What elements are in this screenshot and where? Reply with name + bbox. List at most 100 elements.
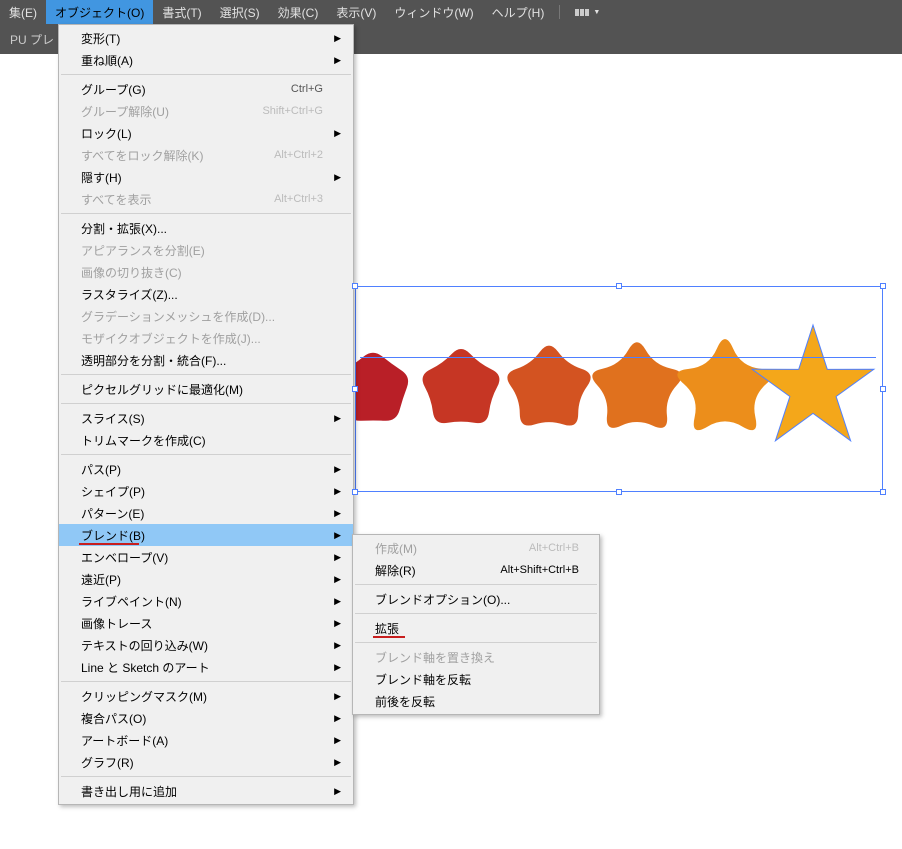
red-underline [79, 543, 139, 545]
menu-item-label: アピアランスを分割(E) [81, 242, 205, 259]
selection-handle[interactable] [352, 386, 358, 392]
menu-item[interactable]: エンベロープ(V)▶ [59, 546, 353, 568]
selection-handle[interactable] [616, 489, 622, 495]
menu-item-label: アートボード(A) [81, 732, 168, 749]
menu-item[interactable]: ピクセルグリッドに最適化(M) [59, 378, 353, 400]
control-strip-label: PU プレ [10, 31, 54, 48]
submenu-item-label: ブレンドオプション(O)... [375, 591, 510, 608]
menu-item-label: 変形(T) [81, 30, 120, 47]
submenu-arrow-icon: ▶ [334, 691, 341, 702]
menu-item-label: 遠近(P) [81, 571, 121, 588]
menu-item-label: Line と Sketch のアート [81, 659, 210, 676]
menu-select[interactable]: 選択(S) [211, 0, 269, 24]
menu-item[interactable]: スライス(S) ▶ [59, 407, 353, 429]
submenu-arrow-icon: ▶ [334, 757, 341, 768]
submenu-arrow-icon: ▶ [334, 735, 341, 746]
menu-item[interactable]: 分割・拡張(X)... [59, 217, 353, 239]
submenu-arrow-icon: ▶ [334, 413, 341, 424]
menubar-separator [559, 5, 560, 19]
workspace-switcher[interactable]: ▼ [566, 0, 609, 24]
menu-item-label: クリッピングマスク(M) [81, 688, 207, 705]
submenu-item-label: 拡張 [375, 620, 399, 637]
menu-edit[interactable]: 集(E) [0, 0, 46, 24]
menu-effect[interactable]: 効果(C) [269, 0, 328, 24]
object-dropdown: 変形(T)▶重ね順(A)▶グループ(G)Ctrl+Gグループ解除(U)Shift… [58, 24, 354, 805]
menu-item[interactable]: 透明部分を分割・統合(F)... [59, 349, 353, 371]
menu-item[interactable]: 重ね順(A)▶ [59, 49, 353, 71]
submenu-item[interactable]: 拡張 [353, 617, 599, 639]
menu-help[interactable]: ヘルプ(H) [483, 0, 554, 24]
selection-handle[interactable] [352, 489, 358, 495]
menu-view[interactable]: 表示(V) [327, 0, 385, 24]
menu-item-label: パターン(E) [81, 505, 144, 522]
menu-item-label: ロック(L) [81, 125, 132, 142]
submenu-arrow-icon: ▶ [334, 33, 341, 44]
selection-handle[interactable] [616, 283, 622, 289]
menu-item[interactable]: 書き出し用に追加▶ [59, 780, 353, 802]
submenu-item-label: 前後を反転 [375, 693, 435, 710]
submenu-arrow-icon: ▶ [334, 128, 341, 139]
menu-item[interactable]: 画像トレース▶ [59, 612, 353, 634]
menu-item-label: パス(P) [81, 461, 121, 478]
submenu-item[interactable]: ブレンドオプション(O)... [353, 588, 599, 610]
workspace-icon [575, 9, 589, 16]
menu-item[interactable]: ライブペイント(N)▶ [59, 590, 353, 612]
menu-item[interactable]: テキストの回り込み(W)▶ [59, 634, 353, 656]
selection-handle[interactable] [880, 386, 886, 392]
submenu-item[interactable]: 前後を反転 [353, 690, 599, 712]
submenu-item: ブレンド軸を置き換え [353, 646, 599, 668]
menu-window[interactable]: ウィンドウ(W) [385, 0, 482, 24]
menu-item[interactable]: グループ(G)Ctrl+G [59, 78, 353, 100]
menu-item[interactable]: アートボード(A) ▶ [59, 729, 353, 751]
submenu-arrow-icon: ▶ [334, 508, 341, 519]
selection-handle[interactable] [880, 489, 886, 495]
menu-item[interactable]: 変形(T) ▶ [59, 27, 353, 49]
menu-item[interactable]: グラフ(R)▶ [59, 751, 353, 773]
menu-item-label: 重ね順(A) [81, 52, 133, 69]
menu-item-label: すべてを表示 [81, 191, 151, 208]
menu-item: モザイクオブジェクトを作成(J)... [59, 327, 353, 349]
menu-item: グラデーションメッシュを作成(D)... [59, 305, 353, 327]
submenu-item[interactable]: 解除(R)Alt+Shift+Ctrl+B [353, 559, 599, 581]
menu-item[interactable]: 複合パス(O)▶ [59, 707, 353, 729]
chevron-down-icon: ▼ [593, 9, 600, 16]
submenu-item-shortcut: Alt+Ctrl+B [529, 542, 579, 554]
menu-item[interactable]: ブレンド(B) ▶ [59, 524, 353, 546]
menu-object[interactable]: オブジェクト(O) [46, 0, 153, 24]
menu-item: すべてをロック解除(K)Alt+Ctrl+2 [59, 144, 353, 166]
menu-item: すべてを表示 Alt+Ctrl+3 [59, 188, 353, 210]
menu-item-label: 透明部分を分割・統合(F)... [81, 352, 226, 369]
submenu-item-shortcut: Alt+Shift+Ctrl+B [500, 564, 579, 576]
selection-handle[interactable] [352, 283, 358, 289]
menu-item[interactable]: Line と Sketch のアート ▶ [59, 656, 353, 678]
menu-item[interactable]: トリムマークを作成(C) [59, 429, 353, 451]
selection-handle[interactable] [880, 283, 886, 289]
menu-item-label: テキストの回り込み(W) [81, 637, 208, 654]
menu-item[interactable]: パターン(E) ▶ [59, 502, 353, 524]
submenu-item[interactable]: ブレンド軸を反転 [353, 668, 599, 690]
menu-item[interactable]: ロック(L) ▶ [59, 122, 353, 144]
menu-item-label: 隠す(H) [81, 169, 122, 186]
menu-item[interactable]: 隠す(H) ▶ [59, 166, 353, 188]
menu-item[interactable]: シェイプ(P)▶ [59, 480, 353, 502]
menu-item-label: 書き出し用に追加 [81, 783, 177, 800]
menu-type[interactable]: 書式(T) [153, 0, 210, 24]
submenu-arrow-icon: ▶ [334, 596, 341, 607]
submenu-arrow-icon: ▶ [334, 172, 341, 183]
menu-item-label: エンベロープ(V) [81, 549, 168, 566]
menu-item-shortcut: Shift+Ctrl+G [262, 105, 323, 117]
menu-item-shortcut: Alt+Ctrl+3 [274, 193, 323, 205]
menu-item-label: すべてをロック解除(K) [81, 147, 203, 164]
menu-item[interactable]: クリッピングマスク(M) ▶ [59, 685, 353, 707]
menu-item-label: ブレンド(B) [81, 527, 145, 544]
menu-item[interactable]: パス(P)▶ [59, 458, 353, 480]
menu-item: グループ解除(U)Shift+Ctrl+G [59, 100, 353, 122]
menu-item[interactable]: ラスタライズ(Z)... [59, 283, 353, 305]
submenu-arrow-icon: ▶ [334, 662, 341, 673]
menu-item-label: 画像の切り抜き(C) [81, 264, 182, 281]
submenu-arrow-icon: ▶ [334, 530, 341, 541]
menu-item-label: ラスタライズ(Z)... [81, 286, 178, 303]
menu-item-label: ピクセルグリッドに最適化(M) [81, 381, 243, 398]
menu-item-label: スライス(S) [81, 410, 145, 427]
menu-item[interactable]: 遠近(P)▶ [59, 568, 353, 590]
